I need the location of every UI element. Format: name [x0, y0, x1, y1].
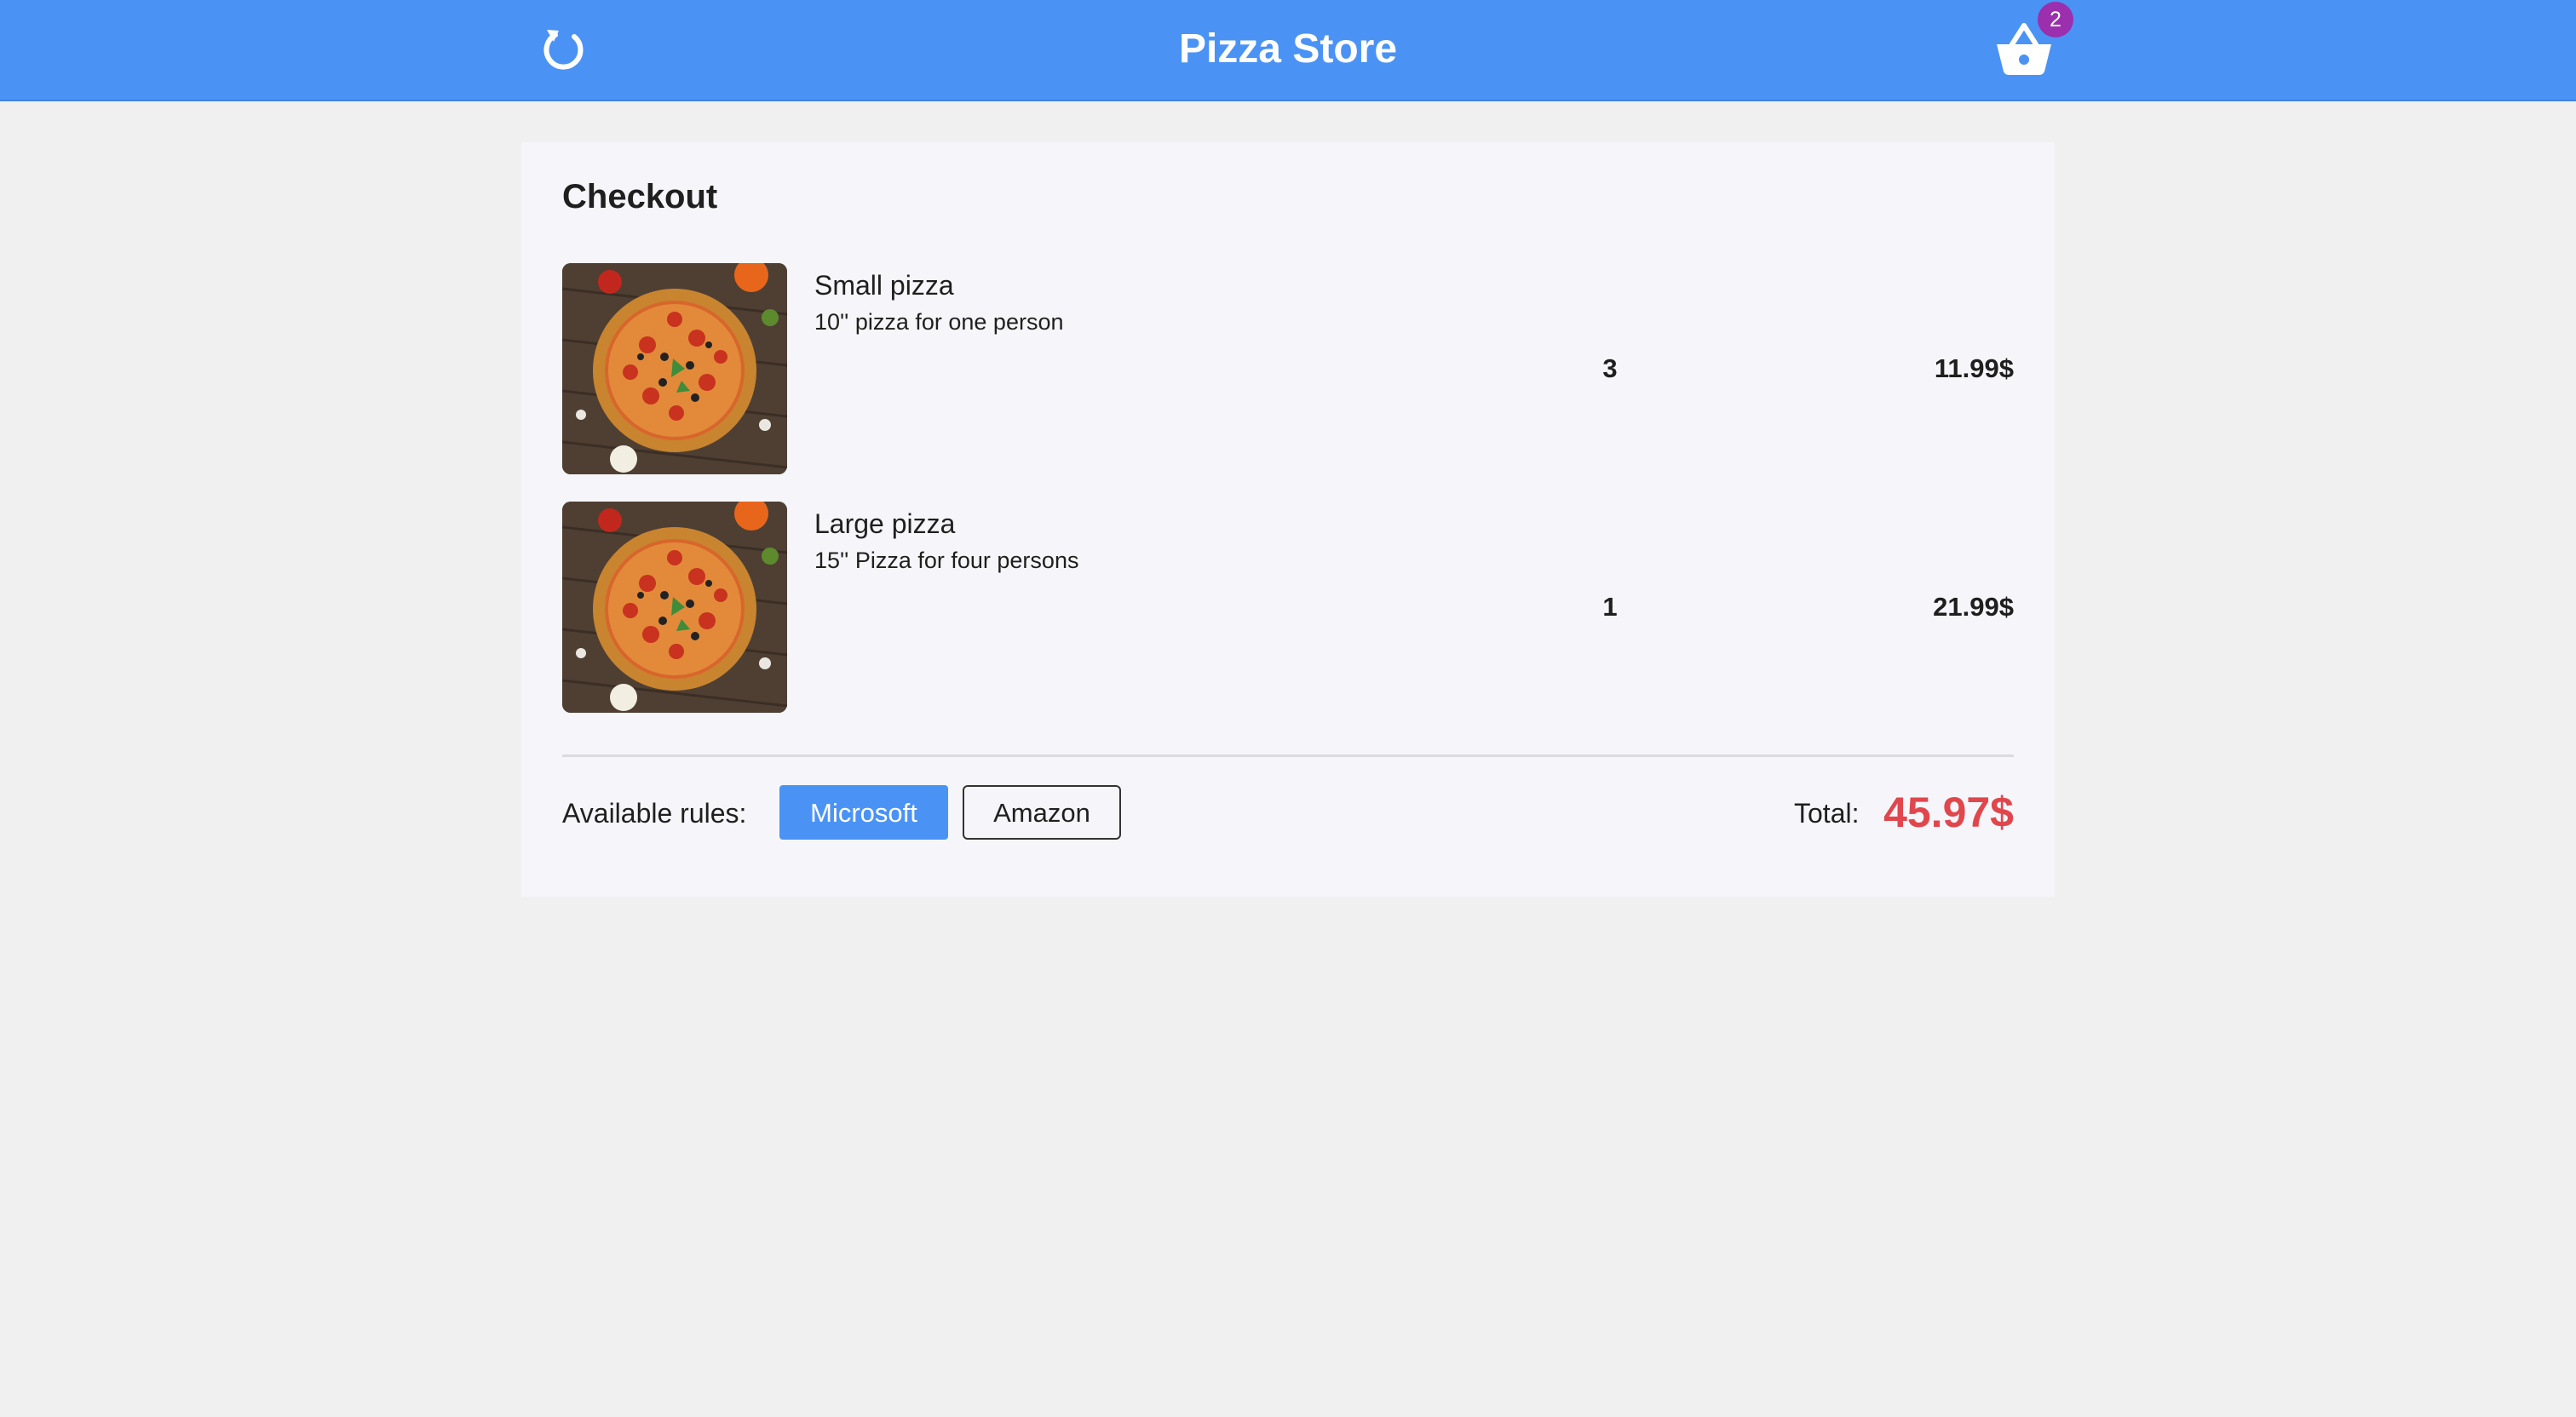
app-title: Pizza Store: [1178, 26, 1398, 72]
divider: [562, 754, 2014, 757]
cart-item-row: Small pizza 10'' pizza for one person 3 …: [562, 263, 2014, 474]
item-name: Small pizza: [814, 270, 954, 301]
pizza-image: [562, 263, 787, 474]
item-name: Large pizza: [814, 508, 956, 539]
checkout-panel: Checkout Small pizza 10'' pizza for one …: [521, 142, 2055, 897]
cart-count-badge: 2: [2038, 2, 2073, 37]
checkout-title: Checkout: [562, 178, 718, 215]
cart-item-row: Large pizza 15'' Pizza for four persons …: [562, 502, 2014, 713]
item-description: 15'' Pizza for four persons: [814, 548, 1079, 573]
available-rules-label: Available rules:: [562, 798, 747, 829]
item-price: 11.99$: [1934, 353, 2014, 383]
app-header: Pizza Store 2: [0, 0, 2576, 101]
pizza-image: [562, 502, 787, 713]
rule-button-microsoft[interactable]: Microsoft: [779, 785, 948, 840]
item-quantity: 3: [1602, 353, 1618, 383]
item-description: 10'' pizza for one person: [814, 309, 1064, 335]
total-value: 45.97$: [1883, 789, 2014, 836]
item-price: 21.99$: [1933, 592, 2014, 622]
total-label: Total:: [1794, 798, 1860, 829]
rule-button-amazon[interactable]: Amazon: [963, 785, 1121, 840]
item-quantity: 1: [1602, 592, 1618, 622]
